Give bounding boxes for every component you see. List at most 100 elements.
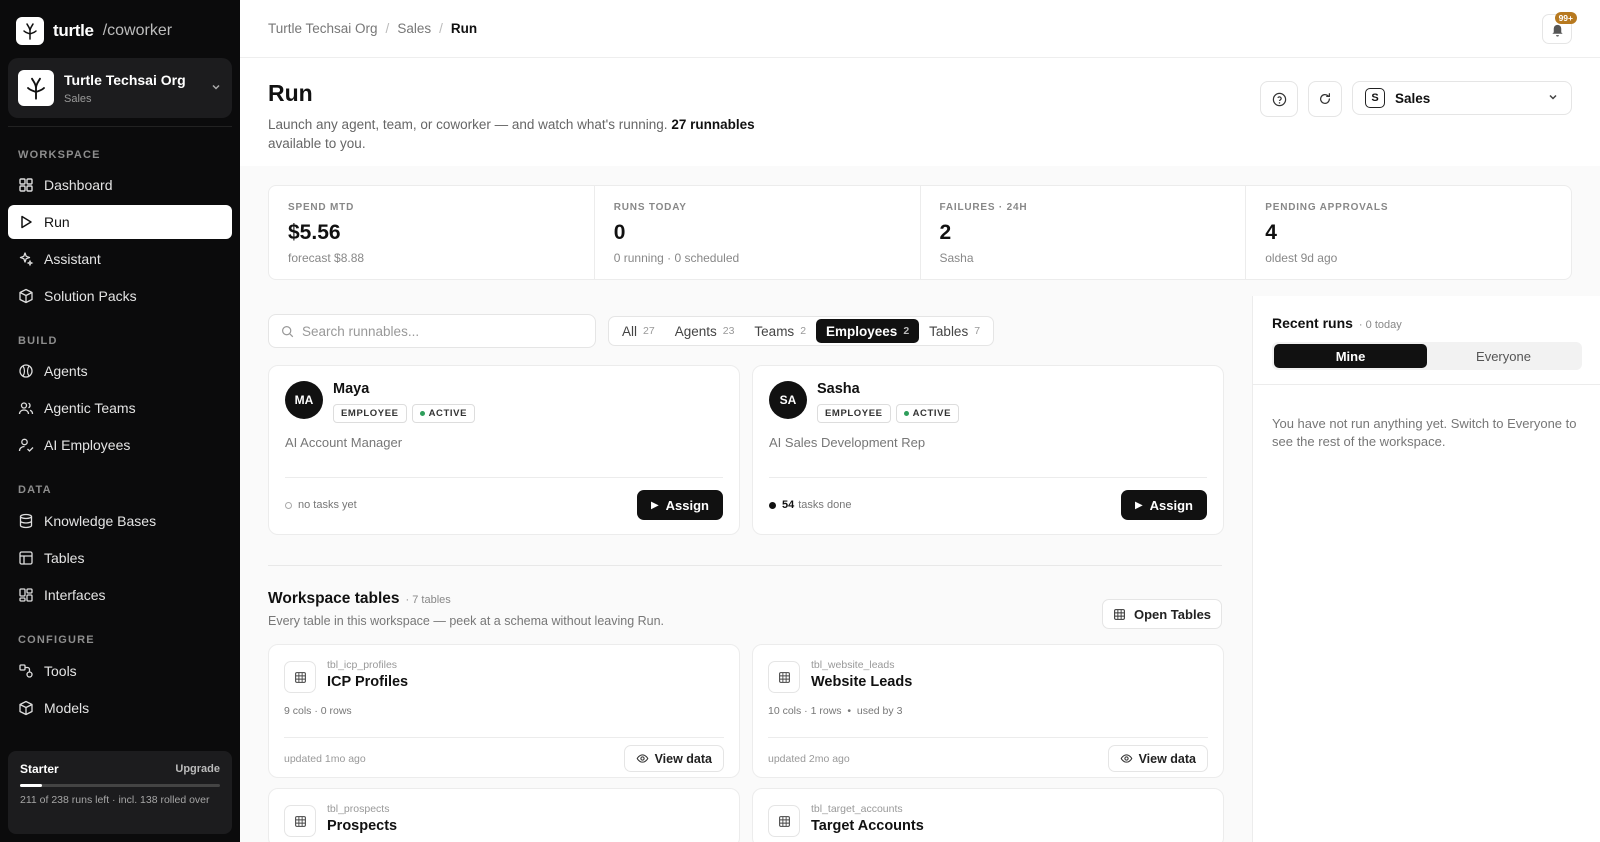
table-card-prospects[interactable]: tbl_prospects Prospects bbox=[268, 788, 740, 842]
divider bbox=[1253, 384, 1600, 385]
grid-icon bbox=[1114, 608, 1125, 620]
sidebar-item-interfaces[interactable]: Interfaces bbox=[8, 578, 232, 612]
tasks-text: tasks done bbox=[798, 499, 852, 511]
breadcrumb-item-workspace[interactable]: Sales bbox=[397, 21, 431, 36]
stats-row: SPEND MTD $5.56 forecast $8.88 RUNS TODA… bbox=[268, 185, 1572, 280]
chevron-down-icon bbox=[210, 81, 222, 96]
page-description-tail: available to you. bbox=[268, 136, 366, 151]
sidebar-item-knowledge-bases[interactable]: Knowledge Bases bbox=[8, 504, 232, 538]
stat-label: PENDING APPROVALS bbox=[1265, 202, 1389, 213]
employee-card-maya[interactable]: MA Maya EMPLOYEE ACTIVE AI Account Manag… bbox=[268, 365, 740, 535]
breadcrumb-item-org[interactable]: Turtle Techsai Org bbox=[268, 21, 378, 36]
page-header: Run Launch any agent, team, or coworker … bbox=[268, 80, 788, 153]
tab-employees[interactable]: Employees 2 bbox=[816, 319, 920, 343]
org-logo-icon bbox=[18, 70, 54, 106]
tasks-status: no tasks yet bbox=[285, 499, 357, 511]
sparkles-icon bbox=[19, 252, 34, 267]
tasks-count: 54 bbox=[782, 499, 795, 511]
package-icon bbox=[19, 288, 33, 304]
grid-icon bbox=[284, 805, 316, 837]
sidebar-item-models[interactable]: Models bbox=[8, 691, 232, 725]
sidebar-item-label: Agentic Teams bbox=[44, 400, 136, 416]
tasks-text: no tasks yet bbox=[298, 499, 357, 511]
tab-count: 23 bbox=[722, 325, 735, 337]
plan-name: Starter bbox=[20, 762, 59, 776]
segment-everyone[interactable]: Everyone bbox=[1427, 344, 1580, 368]
users-icon bbox=[18, 402, 34, 415]
stat-value: $5.56 bbox=[288, 221, 341, 244]
section-label-workspace: WORKSPACE bbox=[18, 149, 101, 161]
refresh-button[interactable] bbox=[1308, 81, 1342, 117]
search-box[interactable]: Search runnables... bbox=[268, 314, 596, 348]
tab-teams[interactable]: Teams 2 bbox=[744, 319, 816, 343]
search-icon bbox=[282, 325, 294, 337]
sidebar-item-label: Solution Packs bbox=[44, 288, 137, 304]
eye-icon bbox=[636, 754, 648, 763]
sidebar-item-agentic-teams[interactable]: Agentic Teams bbox=[8, 391, 232, 425]
org-switcher[interactable]: Turtle Techsai Org Sales bbox=[8, 58, 232, 118]
help-button[interactable] bbox=[1260, 81, 1298, 117]
org-name: Turtle Techsai Org bbox=[64, 71, 186, 88]
sidebar-item-label: Models bbox=[44, 700, 90, 716]
turtle-logo-icon bbox=[16, 17, 44, 45]
view-data-button[interactable]: View data bbox=[623, 745, 724, 772]
table-card-target-accounts[interactable]: tbl_target_accounts Target Accounts bbox=[752, 788, 1224, 842]
table-card-icp-profiles[interactable]: tbl_icp_profiles ICP Profiles 9 cols · 0… bbox=[268, 644, 740, 778]
tab-label: Employees bbox=[826, 323, 898, 339]
sidebar-item-label: Agents bbox=[44, 363, 88, 379]
table-id: tbl_website_leads bbox=[811, 659, 895, 671]
section-label-build: BUILD bbox=[18, 335, 58, 347]
sidebar-item-dashboard[interactable]: Dashboard bbox=[8, 168, 232, 202]
avatar: MA bbox=[285, 381, 323, 419]
sidebar-item-label: Tools bbox=[44, 663, 77, 679]
status-label: ACTIVE bbox=[912, 408, 952, 419]
sidebar-item-assistant[interactable]: Assistant bbox=[8, 242, 232, 276]
upgrade-link[interactable]: Upgrade bbox=[175, 763, 220, 775]
table-card-website-leads[interactable]: tbl_website_leads Website Leads 10 cols … bbox=[752, 644, 1224, 778]
sidebar-item-solution-packs[interactable]: Solution Packs bbox=[8, 279, 232, 313]
sidebar-item-tools[interactable]: Tools bbox=[8, 654, 232, 688]
stat-value: 0 bbox=[613, 221, 626, 244]
assign-label: Assign bbox=[665, 497, 709, 513]
brand[interactable]: turtle /coworker bbox=[16, 17, 172, 45]
sidebar-item-ai-employees[interactable]: AI Employees bbox=[8, 428, 232, 462]
divider bbox=[284, 737, 724, 738]
section-divider bbox=[268, 565, 1222, 566]
view-data-button[interactable]: View data bbox=[1107, 745, 1208, 772]
stat-sub: Sasha bbox=[939, 251, 974, 265]
play-icon: ▶ bbox=[1134, 499, 1143, 511]
tab-agents[interactable]: Agents 23 bbox=[665, 319, 745, 343]
runs-count: · 0 today bbox=[1358, 319, 1402, 331]
stat-sub: oldest 9d ago bbox=[1265, 251, 1338, 265]
employee-type-badge: EMPLOYEE bbox=[817, 404, 891, 423]
sidebar-item-label: Dashboard bbox=[44, 177, 113, 193]
tasks-status: 54 tasks done bbox=[769, 499, 851, 511]
notifications-button[interactable]: 99+ bbox=[1542, 12, 1577, 44]
workspace-select-badge: S bbox=[1365, 88, 1385, 108]
segment-mine[interactable]: Mine bbox=[1274, 344, 1427, 368]
tab-all[interactable]: All 27 bbox=[612, 319, 665, 343]
open-tables-button[interactable]: Open Tables bbox=[1102, 599, 1222, 629]
assign-button[interactable]: ▶ Assign bbox=[636, 490, 723, 520]
sidebar-item-tables[interactable]: Tables bbox=[8, 541, 232, 575]
workspace-select[interactable]: S Sales bbox=[1352, 81, 1572, 115]
assign-button[interactable]: ▶ Assign bbox=[1120, 490, 1207, 520]
tab-count: 2 bbox=[903, 325, 910, 337]
table-name: Target Accounts bbox=[811, 818, 924, 834]
sidebar: turtle /coworker Turtle Techsai Org Sale… bbox=[0, 0, 240, 842]
filled-circle-icon bbox=[769, 501, 776, 509]
workspace-select-value: Sales bbox=[1395, 90, 1431, 106]
view-data-label: View data bbox=[1138, 751, 1196, 766]
chevron-down-icon bbox=[1547, 91, 1559, 106]
tab-tables[interactable]: Tables 7 bbox=[919, 319, 990, 343]
divider bbox=[285, 477, 723, 478]
stat-value: 2 bbox=[939, 221, 952, 244]
employee-card-sasha[interactable]: SA Sasha EMPLOYEE ACTIVE AI Sales Develo… bbox=[752, 365, 1224, 535]
sidebar-item-agents[interactable]: Agents bbox=[8, 354, 232, 388]
sidebar-item-run[interactable]: Run bbox=[8, 205, 232, 239]
stat-failures: FAILURES · 24H 2 Sasha bbox=[921, 186, 1247, 279]
table-meta: 10 cols · 1 rows • used by 3 bbox=[768, 705, 903, 717]
stat-label: FAILURES · 24H bbox=[939, 202, 1028, 213]
table-name: Website Leads bbox=[811, 674, 913, 690]
breadcrumb-item-current: Run bbox=[450, 21, 478, 36]
